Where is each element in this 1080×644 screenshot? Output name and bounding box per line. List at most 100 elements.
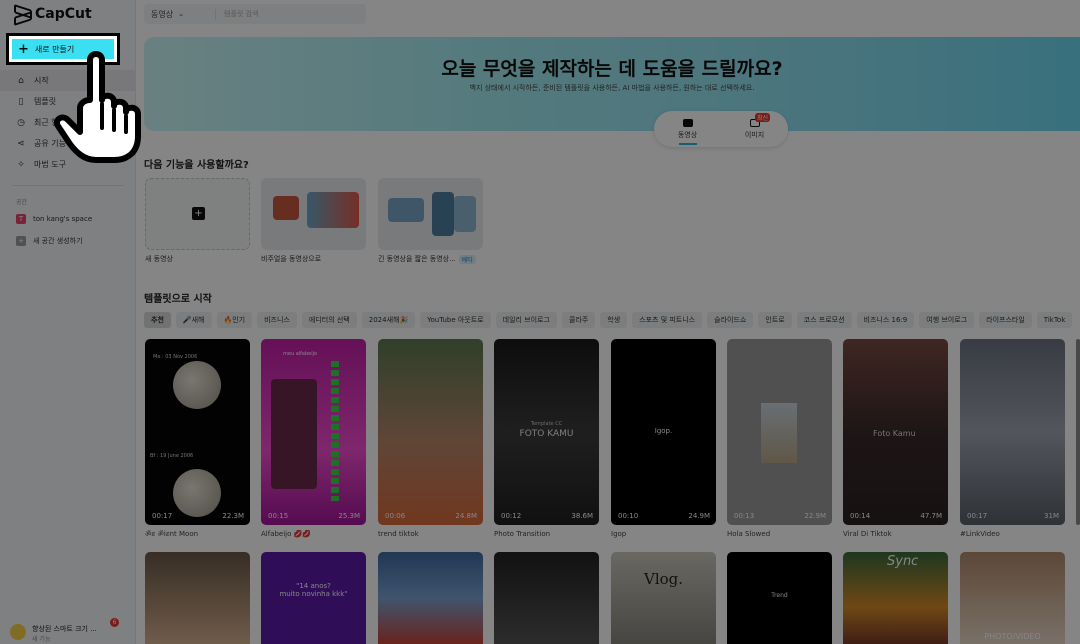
lightbulb-icon bbox=[10, 624, 26, 640]
moon-image bbox=[173, 361, 221, 409]
card-overlay-text: FOTO KAMU bbox=[519, 429, 574, 439]
template-card[interactable]: Sync bbox=[843, 552, 948, 644]
capcut-logo-icon bbox=[14, 7, 30, 21]
view-count: 24.8M bbox=[455, 512, 477, 520]
chip[interactable]: 인트로 bbox=[758, 312, 792, 328]
plus-icon: + bbox=[18, 41, 29, 57]
template-card[interactable]: Me : 03 Nov 2006 Bf : 19 June 2006 00:17… bbox=[145, 339, 250, 525]
duration: 00:15 bbox=[268, 512, 289, 520]
chip-recommended[interactable]: 추천 bbox=[144, 312, 171, 328]
divider bbox=[12, 185, 124, 186]
card-title: #LinkVideo bbox=[960, 530, 1000, 538]
chip[interactable]: 비즈니스 bbox=[257, 312, 297, 328]
chip[interactable]: 🔥인기 bbox=[216, 312, 253, 328]
search-input[interactable]: 템플릿 검색 bbox=[216, 9, 258, 19]
duration: 00:17 bbox=[967, 512, 988, 520]
card-title: trend tiktok bbox=[378, 530, 419, 538]
app-name: CapCut bbox=[35, 6, 92, 22]
card-title: Hola Slowed bbox=[727, 530, 771, 538]
promo-banner[interactable]: 향상된 스마트 크기 ... 새 기능 6 bbox=[10, 618, 128, 644]
chip[interactable]: 2024새해🎉 bbox=[361, 312, 416, 328]
template-card[interactable] bbox=[145, 552, 250, 644]
template-card[interactable] bbox=[378, 552, 483, 644]
template-card[interactable]: "14 anos? muito novinha kkk" bbox=[261, 552, 366, 644]
chevron-down-icon: ⌄ bbox=[178, 10, 184, 18]
template-icon: ▯ bbox=[18, 96, 24, 107]
space-avatar: T bbox=[16, 214, 26, 224]
chip[interactable]: 🎤새해 bbox=[175, 312, 212, 328]
new-badge: 최신 bbox=[755, 113, 771, 122]
template-card[interactable]: 00:17 31M bbox=[960, 339, 1065, 525]
template-card[interactable]: Trend bbox=[727, 552, 832, 644]
chip[interactable]: 콜라주 bbox=[561, 312, 596, 328]
view-count: 24.9M bbox=[688, 512, 710, 520]
checklist-graphic bbox=[331, 361, 339, 501]
feature-label: 비주얼을 동영상으로 bbox=[261, 255, 322, 263]
template-card[interactable]: Igop. 00:10 24.9M bbox=[611, 339, 716, 525]
card-overlay-text: Vlog. bbox=[643, 570, 684, 588]
template-card[interactable]: Vlog. bbox=[611, 552, 716, 644]
feature-label-row: 긴 동영상을 짧은 동영상... 베타 bbox=[378, 254, 476, 264]
capcut-logo[interactable]: CapCut bbox=[14, 6, 92, 22]
card-overlay-text: meu alfabeijo bbox=[283, 351, 318, 357]
chip[interactable]: YouTube 아웃트로 bbox=[420, 312, 491, 328]
chip[interactable]: 라이프스타일 bbox=[979, 312, 1032, 328]
chip[interactable]: 스포츠 및 피트니스 bbox=[632, 312, 703, 328]
template-card[interactable] bbox=[494, 552, 599, 644]
view-count: 47.7M bbox=[920, 512, 942, 520]
clock-icon: ◷ bbox=[17, 117, 25, 128]
plus-icon: + bbox=[192, 207, 205, 220]
space-item-personal[interactable]: T ton kang's space bbox=[16, 214, 92, 224]
chip[interactable]: 비즈니스 16:9 bbox=[856, 312, 915, 328]
chip[interactable]: 슬라이드쇼 bbox=[707, 312, 754, 328]
template-card[interactable]: PHOTO/VIDEO bbox=[960, 552, 1065, 644]
view-count: 22.9M bbox=[804, 512, 826, 520]
home-icon: ⌂ bbox=[18, 75, 24, 86]
media-type-select[interactable]: 동영상 ⌄ bbox=[144, 8, 216, 20]
active-tab-indicator bbox=[678, 143, 697, 145]
templates-title: 템플릿으로 시작 bbox=[144, 294, 212, 305]
card-overlay-text: Igop. bbox=[654, 427, 673, 435]
thumbnail-image bbox=[273, 196, 299, 220]
pointing-hand-icon bbox=[54, 51, 141, 163]
duration: 00:14 bbox=[850, 512, 871, 520]
chip[interactable]: 에디터의 선택 bbox=[301, 312, 357, 328]
view-count: 31M bbox=[1044, 512, 1059, 520]
chip[interactable]: 여행 브이로그 bbox=[919, 312, 975, 328]
chip[interactable]: 데일리 브이로그 bbox=[495, 312, 557, 328]
card-title: Alfabeijo 💋💋 bbox=[261, 530, 312, 538]
photo-image bbox=[761, 403, 797, 463]
card-overlay-text: "14 anos? muito novinha kkk" bbox=[279, 582, 348, 598]
tab-video[interactable]: 동영상 bbox=[654, 111, 721, 147]
template-card[interactable]: meu alfabeijo 00:15 25.3M bbox=[261, 339, 366, 525]
card-overlay-text: Foto Kamu bbox=[873, 429, 916, 438]
tab-label: 이미지 bbox=[744, 130, 765, 139]
thumbnail-image bbox=[454, 196, 476, 232]
search-bar: 동영상 ⌄ 템플릿 검색 bbox=[144, 4, 366, 24]
promo-title: 향상된 스마트 크기 ... bbox=[32, 625, 97, 633]
chip[interactable]: TikTok bbox=[1036, 312, 1073, 328]
duration: 00:06 bbox=[385, 512, 406, 520]
template-card[interactable]: Foto Kamu 00:14 47.7M bbox=[843, 339, 948, 525]
template-card[interactable]: Template CC FOTO KAMU 00:12 38.6M bbox=[494, 339, 599, 525]
create-space-item[interactable]: + 새 공간 생성하기 bbox=[16, 236, 83, 246]
space-header: 공간 bbox=[16, 199, 28, 206]
template-card[interactable]: 00:13 22.9M bbox=[727, 339, 832, 525]
feature-label: 새 동영상 bbox=[145, 255, 173, 263]
long-to-short-card[interactable] bbox=[378, 178, 483, 250]
duration: 00:10 bbox=[618, 512, 639, 520]
new-video-card[interactable]: + bbox=[145, 178, 250, 250]
tab-image[interactable]: 이미지 최신 bbox=[721, 111, 788, 147]
chip[interactable]: 학생 bbox=[600, 312, 628, 328]
tab-label: 동영상 bbox=[677, 130, 698, 139]
category-chips: 추천 🎤새해 🔥인기 비즈니스 에디터의 선택 2024새해🎉 YouTube … bbox=[144, 312, 1080, 328]
plus-icon: + bbox=[16, 236, 26, 246]
visual-to-video-card[interactable] bbox=[261, 178, 366, 250]
chip[interactable]: 코스 프로모션 bbox=[796, 312, 852, 328]
magic-icon: ✧ bbox=[17, 159, 25, 170]
thumbnail-image bbox=[307, 192, 359, 228]
template-card-partial[interactable] bbox=[1076, 339, 1080, 525]
hero-tabs: 동영상 이미지 최신 bbox=[654, 111, 788, 147]
template-card[interactable]: 00:06 24.8M bbox=[378, 339, 483, 525]
card-title: Igop bbox=[611, 530, 627, 538]
